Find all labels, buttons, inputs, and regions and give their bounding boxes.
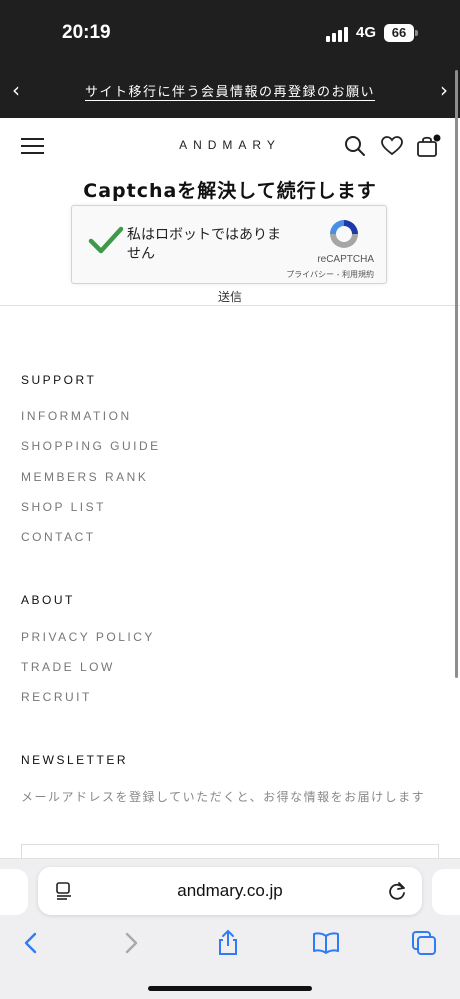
home-indicator: [148, 986, 312, 991]
recaptcha-brand: reCAPTCHA: [317, 254, 374, 265]
next-tab-preview[interactable]: [432, 869, 460, 915]
tabs-icon[interactable]: [410, 929, 438, 957]
recaptcha-privacy-terms[interactable]: プライバシー - 利用規約: [286, 269, 374, 280]
recaptcha-widget: 私はロボットではありません reCAPTCHA プライバシー - 利用規約: [71, 205, 387, 284]
page-scrollbar[interactable]: [455, 70, 458, 678]
shopping-bag-icon[interactable]: [416, 134, 442, 158]
footer-link-shopping-guide[interactable]: SHOPPING GUIDE: [21, 439, 161, 453]
footer-link-privacy-policy[interactable]: PRIVACY POLICY: [21, 630, 155, 644]
forward-arrow-icon[interactable]: [117, 929, 145, 957]
recaptcha-label: 私はロボットではありません: [127, 227, 281, 262]
search-icon[interactable]: [343, 134, 367, 158]
cellular-signal-icon: [326, 26, 350, 42]
battery-icon: 66: [384, 24, 414, 42]
checkmark-icon[interactable]: [88, 224, 124, 256]
footer-link-trade-low[interactable]: TRADE LOW: [21, 660, 115, 674]
previous-tab-preview[interactable]: [0, 869, 28, 915]
footer-link-contact[interactable]: CONTACT: [21, 530, 96, 544]
footer-link-members-rank[interactable]: MEMBERS RANK: [21, 470, 148, 484]
address-bar[interactable]: andmary.co.jp: [38, 867, 422, 915]
back-arrow-icon[interactable]: [17, 929, 45, 957]
recaptcha-logo-icon: [330, 220, 358, 248]
newsletter-heading: NEWSLETTER: [21, 753, 129, 767]
newsletter-description: メールアドレスを登録していただくと、お得な情報をお届けします: [21, 790, 426, 804]
status-bar: 20:19 4G 66: [0, 0, 460, 64]
reload-icon[interactable]: [386, 880, 408, 902]
captcha-title: Captchaを解決して続行します: [83, 180, 377, 202]
footer-link-shop-list[interactable]: SHOP LIST: [21, 500, 106, 514]
battery-tip: [415, 30, 418, 36]
submit-button[interactable]: 送信: [0, 288, 460, 305]
bookmarks-icon[interactable]: [312, 929, 340, 957]
section-divider: [0, 305, 460, 306]
site-header: ANDMARY: [0, 118, 460, 174]
announcement-bar: ‹ サイト移行に伴う会員情報の再登録のお願い ›: [0, 64, 460, 118]
support-heading: SUPPORT: [21, 373, 97, 387]
about-heading: ABOUT: [21, 593, 75, 607]
announcement-link[interactable]: サイト移行に伴う会員情報の再登録のお願い: [0, 81, 460, 100]
footer-link-recruit[interactable]: RECRUIT: [21, 690, 92, 704]
status-time: 20:19: [62, 22, 111, 43]
share-icon[interactable]: [214, 929, 242, 957]
url-text: andmary.co.jp: [177, 881, 283, 900]
footer-link-information[interactable]: INFORMATION: [21, 409, 132, 423]
browser-toolbar: andmary.co.jp: [0, 858, 460, 999]
network-type: 4G: [356, 24, 377, 41]
heart-icon[interactable]: [380, 134, 404, 158]
battery-level: 66: [391, 25, 407, 40]
chevron-right-icon[interactable]: ›: [434, 78, 454, 102]
